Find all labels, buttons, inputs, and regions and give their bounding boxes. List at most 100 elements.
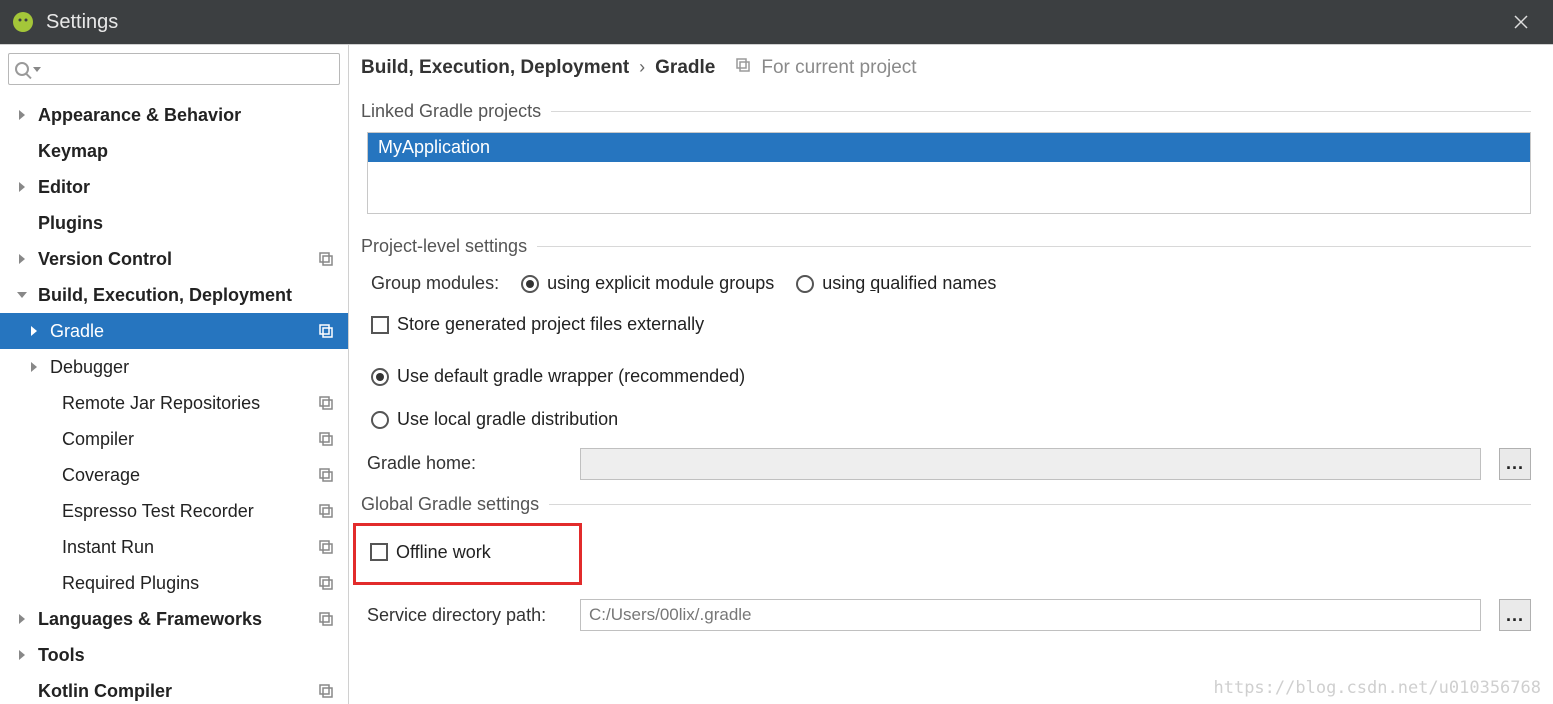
service-dir-label: Service directory path:: [367, 605, 562, 626]
radio-default-wrapper[interactable]: Use default gradle wrapper (recommended): [371, 366, 745, 387]
content-panel: Build, Execution, Deployment › Gradle Fo…: [349, 45, 1553, 704]
sidebar-item[interactable]: Required Plugins: [0, 565, 348, 601]
close-button[interactable]: [1499, 0, 1543, 44]
search-box[interactable]: [8, 53, 340, 85]
sidebar-item[interactable]: Compiler: [0, 421, 348, 457]
sidebar-item[interactable]: Build, Execution, Deployment: [0, 277, 348, 313]
sidebar-item[interactable]: Plugins: [0, 205, 348, 241]
settings-tree[interactable]: Appearance & Behavior Keymap Editor Plugins…: [0, 93, 348, 704]
sidebar-item-label: Version Control: [38, 249, 172, 270]
radio-local-distribution-label: Use local gradle distribution: [397, 409, 618, 430]
sidebar-item[interactable]: Coverage: [0, 457, 348, 493]
chevron-down-icon[interactable]: [16, 288, 30, 302]
copy-icon: [318, 323, 334, 339]
section-global-label: Global Gradle settings: [361, 494, 1531, 515]
copy-icon: [318, 467, 334, 483]
section-linked-text: Linked Gradle projects: [361, 101, 541, 122]
sidebar-item-label: Editor: [38, 177, 90, 198]
checkbox-icon: [370, 543, 388, 561]
breadcrumb: Build, Execution, Deployment › Gradle Fo…: [361, 57, 1531, 79]
sidebar-item[interactable]: Kotlin Compiler: [0, 673, 348, 704]
sidebar-item-label: Keymap: [38, 141, 108, 162]
copy-icon: [318, 683, 334, 699]
radio-explicit-groups[interactable]: using explicit module groups: [521, 273, 774, 294]
gradle-home-input: [580, 448, 1481, 480]
offline-work-highlight: Offline work: [353, 523, 582, 586]
radio-icon: [796, 275, 814, 293]
search-options-icon[interactable]: [33, 67, 41, 72]
gradle-home-label: Gradle home:: [367, 453, 562, 474]
divider: [551, 111, 1531, 112]
sidebar-item-label: Debugger: [50, 357, 129, 378]
chevron-right-icon[interactable]: [16, 180, 30, 194]
section-project-text: Project-level settings: [361, 236, 527, 257]
section-global-text: Global Gradle settings: [361, 494, 539, 515]
sidebar-item[interactable]: Editor: [0, 169, 348, 205]
copy-icon: [318, 251, 334, 267]
sidebar-item[interactable]: Gradle: [0, 313, 348, 349]
watermark: https://blog.csdn.net/u010356768: [1213, 678, 1541, 698]
chevron-right-icon[interactable]: [28, 324, 42, 338]
linked-projects-list[interactable]: MyApplication: [367, 132, 1531, 214]
sidebar-item-label: Remote Jar Repositories: [62, 393, 260, 414]
radio-explicit-groups-label: using explicit module groups: [547, 273, 774, 294]
divider: [549, 504, 1531, 505]
close-icon: [1514, 15, 1528, 29]
app-icon: [10, 9, 36, 35]
sidebar-item-label: Languages & Frameworks: [38, 609, 262, 630]
sidebar-item-label: Appearance & Behavior: [38, 105, 241, 126]
sidebar-item-label: Gradle: [50, 321, 104, 342]
sidebar-item[interactable]: Instant Run: [0, 529, 348, 565]
checkbox-offline-work-label: Offline work: [396, 542, 491, 563]
sidebar: Appearance & Behavior Keymap Editor Plugins…: [0, 45, 349, 704]
radio-icon: [521, 275, 539, 293]
chevron-right-icon[interactable]: [16, 648, 30, 662]
sidebar-item[interactable]: Version Control: [0, 241, 348, 277]
checkbox-store-external-label: Store generated project files externally: [397, 314, 704, 335]
copy-icon: [318, 431, 334, 447]
breadcrumb-separator: ›: [639, 57, 645, 78]
sidebar-item[interactable]: Tools: [0, 637, 348, 673]
sidebar-item-label: Compiler: [62, 429, 134, 450]
radio-qualified-names[interactable]: using qualified names: [796, 273, 996, 294]
window-title: Settings: [46, 11, 1499, 34]
service-dir-input[interactable]: [580, 599, 1481, 631]
scope-icon: [735, 57, 751, 73]
copy-icon: [318, 611, 334, 627]
section-linked-label: Linked Gradle projects: [361, 101, 1531, 122]
copy-icon: [318, 539, 334, 555]
chevron-right-icon[interactable]: [28, 360, 42, 374]
copy-icon: [318, 395, 334, 411]
sidebar-item-label: Required Plugins: [62, 573, 199, 594]
checkbox-offline-work[interactable]: Offline work: [370, 542, 491, 563]
sidebar-item[interactable]: Keymap: [0, 133, 348, 169]
radio-icon: [371, 411, 389, 429]
sidebar-item[interactable]: Languages & Frameworks: [0, 601, 348, 637]
sidebar-item-label: Plugins: [38, 213, 103, 234]
chevron-right-icon[interactable]: [16, 252, 30, 266]
radio-icon: [371, 368, 389, 386]
checkbox-store-external[interactable]: Store generated project files externally: [371, 314, 704, 335]
checkbox-icon: [371, 316, 389, 334]
radio-default-wrapper-label: Use default gradle wrapper (recommended): [397, 366, 745, 387]
chevron-right-icon[interactable]: [16, 612, 30, 626]
titlebar: Settings: [0, 0, 1553, 44]
main: Appearance & Behavior Keymap Editor Plugins…: [0, 44, 1553, 704]
linked-project-item[interactable]: MyApplication: [368, 133, 1530, 162]
service-dir-browse-button[interactable]: ...: [1499, 599, 1531, 631]
sidebar-item[interactable]: Espresso Test Recorder: [0, 493, 348, 529]
search-input[interactable]: [47, 60, 333, 78]
chevron-right-icon[interactable]: [16, 108, 30, 122]
divider: [537, 246, 1531, 247]
copy-icon: [318, 575, 334, 591]
sidebar-item[interactable]: Debugger: [0, 349, 348, 385]
sidebar-item[interactable]: Remote Jar Repositories: [0, 385, 348, 421]
sidebar-item-label: Tools: [38, 645, 85, 666]
gradle-home-browse-button[interactable]: ...: [1499, 448, 1531, 480]
sidebar-item[interactable]: Appearance & Behavior: [0, 97, 348, 133]
sidebar-item-label: Kotlin Compiler: [38, 681, 172, 702]
section-project-label: Project-level settings: [361, 236, 1531, 257]
radio-local-distribution[interactable]: Use local gradle distribution: [371, 409, 618, 430]
sidebar-item-label: Espresso Test Recorder: [62, 501, 254, 522]
search-icon: [15, 62, 29, 76]
